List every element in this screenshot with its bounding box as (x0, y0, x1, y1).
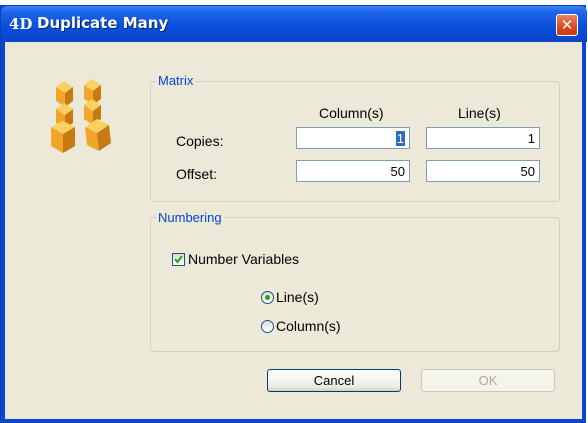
column-header: Column(s) (319, 105, 384, 121)
numbering-group (150, 217, 560, 352)
offset-line-field[interactable]: 50 (426, 160, 540, 182)
matrix-legend: Matrix (156, 73, 196, 89)
cube-top-left (56, 81, 73, 107)
cube-bottom-left (51, 121, 75, 153)
ok-button[interactable]: OK (421, 369, 555, 392)
copies-label: Copies: (176, 133, 224, 149)
line-header: Line(s) (458, 105, 501, 121)
window-title: Duplicate Many (37, 14, 169, 32)
dialog-window: 4D Duplicate Many ✕ Matrix Column(s) Lin… (0, 5, 587, 423)
number-variables-label[interactable]: Number Variables (188, 250, 299, 268)
offset-column-field[interactable]: 50 (296, 160, 410, 182)
duplicate-cubes-icon (51, 79, 111, 153)
cube-bottom-right (85, 119, 111, 151)
copies-line-field[interactable]: 1 (426, 127, 540, 149)
4d-logo-icon: 4D (9, 15, 33, 33)
dialog-body: Matrix Column(s) Line(s) Copies: 1 1 Off… (5, 42, 582, 419)
radio-selected-dot (265, 295, 270, 300)
radio-lines[interactable] (261, 291, 274, 304)
checkmark-icon (174, 255, 183, 264)
radio-columns[interactable] (261, 320, 274, 333)
cancel-button[interactable]: Cancel (267, 369, 401, 392)
close-button[interactable]: ✕ (556, 14, 578, 36)
title-bar[interactable]: 4D Duplicate Many ✕ (1, 6, 587, 42)
copies-column-value: 1 (395, 131, 405, 146)
radio-lines-label[interactable]: Line(s) (276, 288, 319, 306)
close-icon: ✕ (560, 16, 574, 34)
offset-label: Offset: (176, 166, 217, 182)
radio-columns-label[interactable]: Column(s) (276, 317, 341, 335)
copies-column-field[interactable]: 1 (296, 127, 410, 149)
number-variables-checkbox[interactable] (172, 253, 185, 266)
numbering-legend: Numbering (156, 210, 224, 226)
